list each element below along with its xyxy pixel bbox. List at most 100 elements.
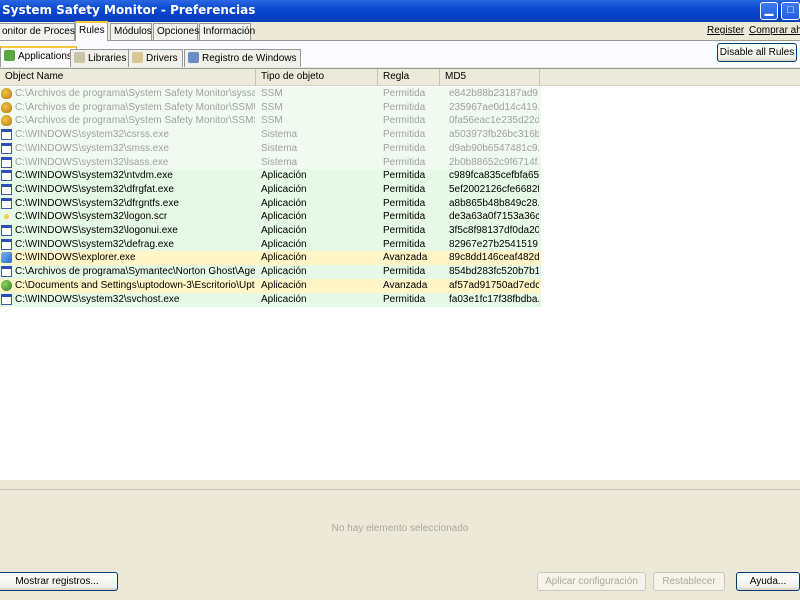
cell-regla: Permitida <box>383 156 426 168</box>
cell-tipo: Sistema <box>261 129 298 141</box>
cell-regla: Avanzada <box>383 279 428 291</box>
cell-tipo: Aplicación <box>261 225 307 236</box>
cell-object-name: C:\Archivos de programa\System Safety Mo… <box>15 101 255 113</box>
help-button[interactable]: Ayuda... <box>736 572 800 591</box>
cell-tipo: Aplicación <box>261 183 307 195</box>
column-regla[interactable]: Regla <box>378 69 440 86</box>
cell-object-name: C:\WINDOWS\system32\dfrgntfs.exe <box>15 197 179 209</box>
table-row[interactable]: C:\WINDOWS\system32\dfrgntfs.exe Aplicaci… <box>0 196 541 211</box>
cell-object-name: C:\WINDOWS\system32\smss.exe <box>15 142 169 154</box>
tab-opciones[interactable]: Opciones <box>153 23 199 40</box>
cell-tipo: SSM <box>261 115 283 127</box>
details-pane: No hay elemento seleccionado <box>0 489 800 569</box>
shield-icon <box>1 101 12 113</box>
cell-regla: Permitida <box>383 115 426 127</box>
cell-tipo: Aplicación <box>261 170 307 182</box>
cell-md5: 854bd283fc520b7b1... <box>449 266 539 278</box>
cell-object-name: C:\Documents and Settings\uptodown-3\Esc… <box>15 279 255 291</box>
window-icon <box>1 225 12 236</box>
window-icon <box>1 197 12 209</box>
reset-button[interactable]: Restablecer <box>653 572 725 591</box>
tab-rules[interactable]: Rules <box>75 21 108 41</box>
table-row[interactable]: C:\WINDOWS\system32\lsass.exe Sistema Perm… <box>0 155 541 170</box>
maximize-button[interactable]: □ <box>781 2 800 20</box>
table-row[interactable]: C:\WINDOWS\system32\smss.exe Sistema Permi… <box>0 141 541 156</box>
table-row[interactable]: C:\Archivos de programa\System Safety Mo… <box>0 87 541 101</box>
libraries-icon <box>74 52 85 63</box>
register-link[interactable]: Register <box>707 25 744 36</box>
tab-drivers-label: Drivers <box>146 53 178 64</box>
column-object-name[interactable]: Object Name <box>0 69 256 86</box>
cell-regla: Permitida <box>383 170 426 182</box>
tab-drivers[interactable]: Drivers <box>128 49 183 67</box>
tab-applications[interactable]: Applications <box>0 46 77 67</box>
table-row[interactable]: C:\Archivos de programa\System Safety Mo… <box>0 100 541 115</box>
cell-object-name: C:\WINDOWS\system32\lsass.exe <box>15 156 169 168</box>
table-row[interactable]: C:\WINDOWS\system32\dfrgfat.exe Aplicació… <box>0 182 541 197</box>
table-row[interactable]: C:\Archivos de programa\System Safety Mo… <box>0 114 541 129</box>
drivers-icon <box>132 52 143 63</box>
window-icon <box>1 238 12 250</box>
cell-tipo: Aplicación <box>261 266 307 278</box>
shield-icon <box>1 88 12 99</box>
cell-md5: 3f5c8f98137df0da20... <box>449 225 539 236</box>
column-md5[interactable]: MD5 <box>440 69 540 86</box>
tab-informacion[interactable]: Información <box>199 23 255 40</box>
bottom-bar: Mostrar registros... Aplicar configuraci… <box>0 569 800 600</box>
table-row[interactable]: C:\Documents and Settings\uptodown-3\Esc… <box>0 278 541 293</box>
cell-tipo: Aplicación <box>261 279 307 291</box>
rules-list[interactable]: Object Name Tipo de objeto Regla MD5 C:\… <box>0 68 800 480</box>
table-row[interactable]: C:\WINDOWS\system32\svchost.exe Aplicació… <box>0 292 541 307</box>
cell-regla: Permitida <box>383 142 426 154</box>
cell-tipo: Aplicación <box>261 252 307 264</box>
table-row[interactable]: C:\WINDOWS\system32\defrag.exe Aplicación… <box>0 237 541 252</box>
cell-object-name: C:\WINDOWS\system32\dfrgfat.exe <box>15 183 174 195</box>
table-row[interactable]: C:\WINDOWS\system32\csrss.exe Sistema Perm… <box>0 128 541 143</box>
table-row[interactable]: C:\WINDOWS\system32\logon.scr Aplicación P… <box>0 210 541 225</box>
cell-object-name: C:\WINDOWS\system32\logon.scr <box>15 211 168 223</box>
apply-settings-button[interactable]: Aplicar configuración <box>537 572 646 591</box>
cell-md5: af57ad91750ad7edc... <box>449 279 539 291</box>
cell-md5: 0fa56eac1e235d22d... <box>449 115 539 127</box>
cell-md5: fa03e1fc17f38fbdba... <box>449 293 539 305</box>
cell-tipo: Aplicación <box>261 238 307 250</box>
table-row[interactable]: C:\Archivos de programa\Symantec\Norton … <box>0 265 541 280</box>
cell-regla: Permitida <box>383 238 426 250</box>
show-log-button[interactable]: Mostrar registros... <box>0 572 118 591</box>
window-icon <box>1 129 12 141</box>
window-title: System Safety Monitor - Preferencias <box>2 3 256 17</box>
cell-tipo: Aplicación <box>261 197 307 209</box>
cell-md5: d9ab90b6547481c9... <box>449 142 539 154</box>
minimize-button[interactable]: ▁ <box>760 2 778 20</box>
tab-registro-de-windows[interactable]: Registro de Windows <box>184 49 302 67</box>
table-row[interactable]: C:\WINDOWS\system32\logonui.exe Aplicació… <box>0 224 541 238</box>
cell-object-name: C:\WINDOWS\system32\csrss.exe <box>15 129 169 141</box>
screensaver-icon <box>1 211 12 223</box>
window-icon <box>1 142 12 154</box>
cell-tipo: Aplicación <box>261 211 307 223</box>
buy-link[interactable]: Comprar ahor <box>749 25 800 36</box>
disable-all-rules-button[interactable]: Disable all Rules <box>717 43 797 62</box>
cell-tipo: SSM <box>261 88 283 99</box>
cell-md5: 2b0b88652c9f6714f... <box>449 156 539 168</box>
tab-modulos[interactable]: Módulos <box>110 23 152 40</box>
cell-object-name: C:\Archivos de programa\System Safety Mo… <box>15 115 255 127</box>
cell-tipo: Aplicación <box>261 293 307 305</box>
cell-object-name: C:\WINDOWS\system32\defrag.exe <box>15 238 174 250</box>
list-header: Object Name Tipo de objeto Regla MD5 <box>0 69 800 86</box>
cell-md5: e842b88b23187ad9... <box>449 88 539 99</box>
cell-md5: c989fca835cefbfa65... <box>449 170 539 182</box>
column-tipo-de-objeto[interactable]: Tipo de objeto <box>256 69 378 86</box>
cell-md5: a503973fb26bc316b... <box>449 129 539 141</box>
shield-icon <box>1 115 12 127</box>
cell-tipo: SSM <box>261 101 283 113</box>
tab-libraries[interactable]: Libraries <box>70 49 132 67</box>
cell-regla: Avanzada <box>383 252 428 264</box>
tab-monitor-de-procesos[interactable]: onitor de Procesos <box>0 23 85 40</box>
table-row[interactable]: C:\WINDOWS\explorer.exe Aplicación Avanzad… <box>0 251 541 266</box>
no-selection-message: No hay elemento seleccionado <box>331 523 469 534</box>
title-bar[interactable]: System Safety Monitor - Preferencias ▁ □ <box>0 0 800 22</box>
cell-regla: Permitida <box>383 266 426 278</box>
window-icon <box>1 183 12 195</box>
table-row[interactable]: C:\WINDOWS\system32\ntvdm.exe Aplicación P… <box>0 169 541 184</box>
